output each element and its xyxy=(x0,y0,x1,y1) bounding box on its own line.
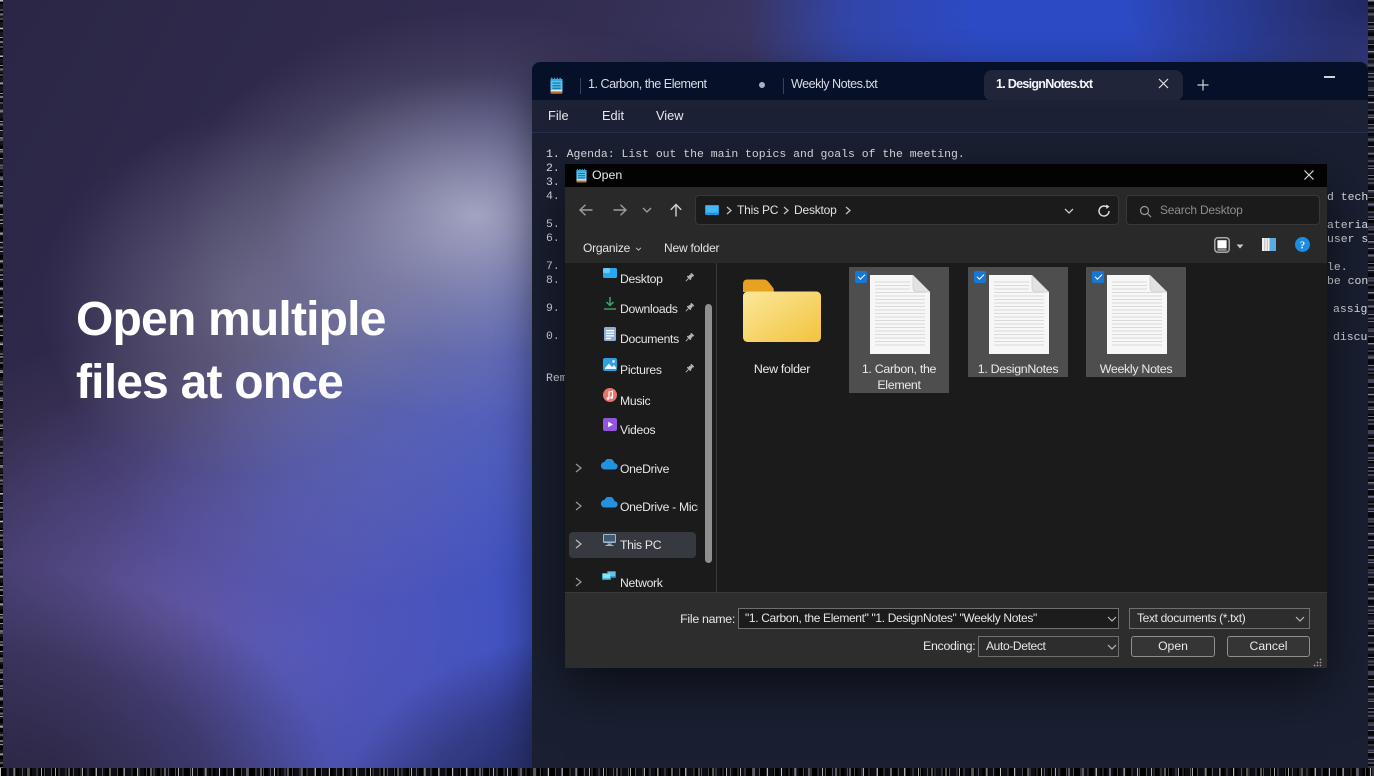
svg-text:?: ? xyxy=(1300,240,1305,251)
